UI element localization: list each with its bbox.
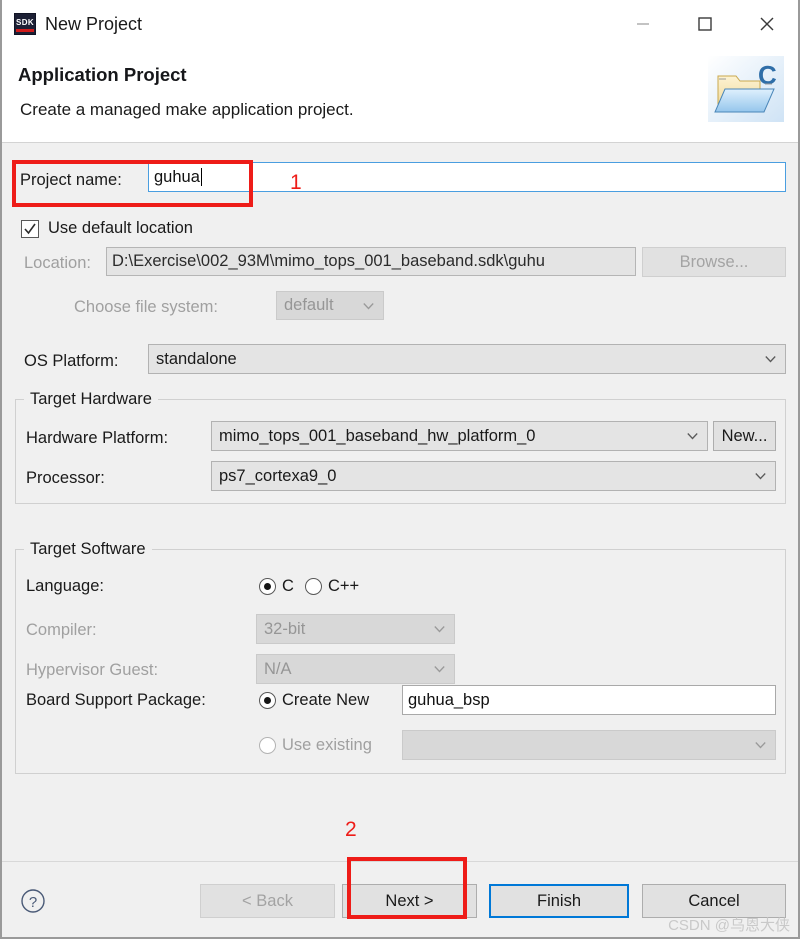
choose-file-system-value: default bbox=[284, 296, 334, 314]
hardware-platform-combo[interactable]: mimo_tops_001_baseband_hw_platform_0 bbox=[211, 421, 708, 451]
os-platform-label: OS Platform: bbox=[24, 352, 119, 370]
os-platform-combo[interactable]: standalone bbox=[148, 344, 786, 374]
minimize-button[interactable] bbox=[612, 0, 674, 48]
location-value: D:\Exercise\002_93M\mimo_tops_001_baseba… bbox=[112, 252, 545, 270]
bsp-create-new-input[interactable]: guhua_bsp bbox=[402, 685, 776, 715]
project-name-input[interactable]: guhua bbox=[148, 162, 786, 192]
page-description: Create a managed make application projec… bbox=[20, 100, 354, 119]
bsp-use-existing-label: Use existing bbox=[282, 736, 372, 754]
hardware-platform-value: mimo_tops_001_baseband_hw_platform_0 bbox=[219, 426, 536, 445]
new-label: New... bbox=[721, 426, 768, 445]
compiler-label: Compiler: bbox=[26, 621, 97, 639]
sdk-icon-text: SDK bbox=[15, 17, 35, 27]
svg-text:?: ? bbox=[29, 894, 37, 911]
os-platform-value: standalone bbox=[156, 349, 237, 368]
chevron-down-icon bbox=[755, 473, 766, 480]
minimize-icon bbox=[637, 23, 649, 25]
dialog-body: Project name: guhua Use default location… bbox=[2, 144, 798, 861]
language-option-c-label: C bbox=[282, 577, 294, 595]
window-controls bbox=[612, 0, 798, 48]
close-button[interactable] bbox=[736, 0, 798, 48]
hypervisor-guest-combo[interactable]: N/A bbox=[256, 654, 455, 684]
bsp-label: Board Support Package: bbox=[26, 691, 206, 709]
chevron-down-icon bbox=[434, 666, 445, 673]
location-label: Location: bbox=[24, 254, 91, 272]
use-default-location-label: Use default location bbox=[48, 219, 193, 237]
window-title: New Project bbox=[45, 13, 143, 34]
chevron-down-icon bbox=[434, 626, 445, 633]
chevron-down-icon bbox=[363, 302, 374, 309]
bsp-use-existing-combo[interactable] bbox=[402, 730, 776, 760]
radio-dot bbox=[264, 697, 271, 704]
language-radio-cpp[interactable] bbox=[305, 578, 322, 595]
compiler-value: 32-bit bbox=[264, 619, 306, 638]
next-label: Next > bbox=[385, 891, 434, 910]
bsp-radio-create-new[interactable] bbox=[259, 692, 276, 709]
page-title: Application Project bbox=[18, 64, 187, 85]
maximize-button[interactable] bbox=[674, 0, 736, 48]
project-name-value: guhua bbox=[154, 167, 200, 186]
radio-dot bbox=[264, 583, 271, 590]
dialog-footer: ? < Back Next > Finish Cancel CSDN @乌恩大侠 bbox=[2, 861, 798, 937]
close-icon bbox=[760, 17, 774, 31]
watermark: CSDN @乌恩大侠 bbox=[668, 917, 790, 934]
back-button[interactable]: < Back bbox=[200, 884, 335, 918]
text-caret bbox=[200, 168, 202, 186]
hardware-platform-label: Hardware Platform: bbox=[26, 429, 169, 447]
finish-label: Finish bbox=[536, 891, 581, 910]
browse-label: Browse... bbox=[679, 252, 749, 271]
choose-file-system-label: Choose file system: bbox=[74, 298, 218, 316]
new-project-dialog: SDK New Project Application Project Crea… bbox=[0, 0, 800, 939]
location-input[interactable]: D:\Exercise\002_93M\mimo_tops_001_baseba… bbox=[106, 247, 636, 276]
target-hardware-group-title: Target Hardware bbox=[24, 390, 158, 409]
language-radio-c[interactable] bbox=[259, 578, 276, 595]
sdk-icon: SDK bbox=[14, 13, 36, 35]
browse-button[interactable]: Browse... bbox=[642, 247, 786, 277]
finish-button[interactable]: Finish bbox=[489, 884, 629, 918]
hypervisor-guest-label: Hypervisor Guest: bbox=[26, 661, 159, 679]
cancel-button[interactable]: Cancel bbox=[642, 884, 786, 918]
maximize-icon bbox=[698, 17, 712, 31]
bsp-create-new-value: guhua_bsp bbox=[408, 690, 490, 709]
target-software-group-title: Target Software bbox=[24, 540, 152, 559]
processor-label: Processor: bbox=[26, 469, 105, 487]
new-hardware-platform-button[interactable]: New... bbox=[713, 421, 776, 451]
sdk-icon-bar bbox=[16, 29, 34, 32]
processor-combo[interactable]: ps7_cortexa9_0 bbox=[211, 461, 776, 491]
help-icon[interactable]: ? bbox=[20, 888, 46, 914]
chevron-down-icon bbox=[687, 433, 698, 440]
folder-c-icon: C bbox=[708, 56, 784, 122]
use-default-location-checkbox[interactable] bbox=[21, 220, 39, 238]
svg-text:C: C bbox=[758, 60, 777, 90]
choose-file-system-combo[interactable]: default bbox=[276, 291, 384, 320]
cancel-label: Cancel bbox=[688, 891, 740, 910]
chevron-down-icon bbox=[765, 356, 776, 363]
project-name-label: Project name: bbox=[20, 171, 122, 189]
annotation-number-1: 1 bbox=[290, 171, 302, 194]
hypervisor-guest-value: N/A bbox=[264, 659, 292, 678]
bsp-create-new-label: Create New bbox=[282, 691, 370, 709]
bsp-radio-use-existing[interactable] bbox=[259, 737, 276, 754]
checkmark-icon bbox=[24, 223, 36, 235]
annotation-number-2: 2 bbox=[345, 818, 357, 841]
next-button[interactable]: Next > bbox=[342, 884, 477, 918]
back-label: < Back bbox=[242, 891, 293, 910]
compiler-combo[interactable]: 32-bit bbox=[256, 614, 455, 644]
dialog-header: Application Project Create a managed mak… bbox=[2, 48, 798, 143]
title-bar: SDK New Project bbox=[2, 0, 798, 48]
language-label: Language: bbox=[26, 577, 104, 595]
chevron-down-icon bbox=[755, 742, 766, 749]
language-option-cpp-label: C++ bbox=[328, 577, 360, 595]
processor-value: ps7_cortexa9_0 bbox=[219, 466, 337, 485]
